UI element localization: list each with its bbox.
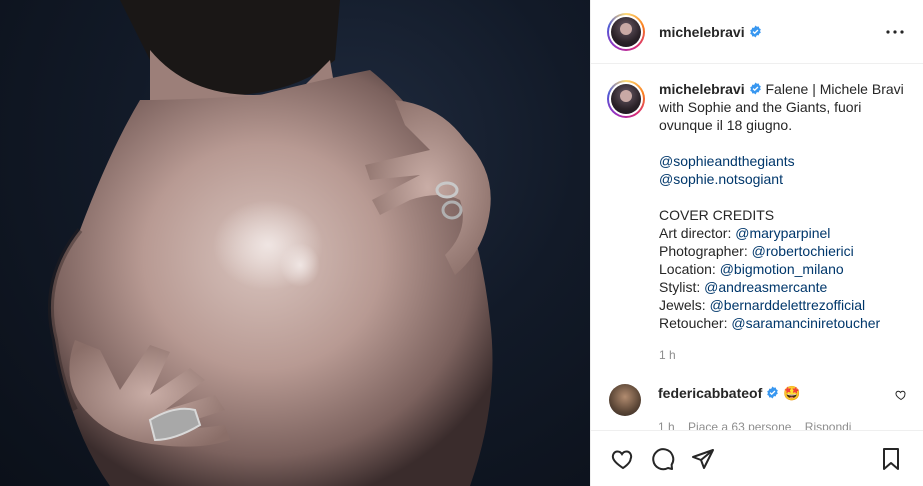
verified-badge-icon (749, 82, 762, 95)
caption-text-line: with Sophie and the Giants, fuori (659, 99, 862, 115)
post-actions-bar (591, 430, 923, 486)
comment-reply-button[interactable]: Rispondi (805, 420, 852, 430)
credit-label: Photographer: (659, 243, 752, 259)
comment-icon[interactable] (643, 439, 683, 479)
avatar-image (611, 16, 641, 47)
commenter-username[interactable]: federicabbateof (658, 385, 762, 401)
avatar-inner (609, 82, 643, 116)
author-username[interactable]: michelebravi (659, 24, 745, 40)
comment-item: federicabbateof 🤩 1 h Piace a 63 persone… (607, 384, 907, 430)
credit-line: Photographer: @robertochierici (659, 242, 904, 260)
post-photo[interactable] (0, 0, 590, 486)
credit-line: Location: @bigmotion_milano (659, 260, 904, 278)
post-header: michelebravi (591, 0, 923, 64)
caption-mention[interactable]: @sophieandthegiants (659, 152, 904, 170)
heart-icon[interactable] (603, 439, 643, 479)
caption-text-line: Falene | Michele Bravi (765, 81, 904, 97)
comment-likes[interactable]: Piace a 63 persone (688, 420, 791, 430)
commenter-avatar[interactable] (609, 384, 641, 416)
instagram-post: michelebravi michelebravi Falene | Miche… (0, 0, 923, 486)
share-icon[interactable] (683, 439, 723, 479)
verified-badge-icon (749, 25, 762, 38)
avatar-inner (609, 14, 643, 49)
credit-line: Jewels: @bernarddelettrezofficial (659, 296, 904, 314)
credit-label: Retoucher: (659, 315, 732, 331)
photo-illustration (47, 0, 493, 486)
credit-handle[interactable]: @bernarddelettrezofficial (710, 297, 866, 313)
comments-section: michelebravi Falene | Michele Bravi with… (591, 64, 923, 430)
caption-body: michelebravi Falene | Michele Bravi with… (659, 80, 904, 364)
credit-handle[interactable]: @bigmotion_milano (720, 261, 844, 277)
credit-handle[interactable]: @saramanciniretoucher (731, 315, 880, 331)
comment-text: federicabbateof 🤩 (658, 384, 887, 402)
credit-line: Stylist: @andreasmercante (659, 278, 904, 296)
post-caption: michelebravi Falene | Michele Bravi with… (607, 80, 907, 364)
credit-handle[interactable]: @andreasmercante (704, 279, 827, 295)
more-options-icon[interactable] (883, 20, 907, 44)
credits-title: COVER CREDITS (659, 207, 775, 223)
post-side-panel: michelebravi michelebravi Falene | Miche… (590, 0, 923, 486)
author-avatar[interactable] (607, 12, 645, 51)
credit-line: Retoucher: @saramanciniretoucher (659, 314, 904, 332)
comment-emoji: 🤩 (783, 385, 801, 401)
comment-like-icon[interactable] (895, 388, 907, 404)
avatar-image (611, 84, 641, 114)
caption-text-line: ovunque il 18 giugno. (659, 117, 793, 133)
credit-label: Art director: (659, 225, 736, 241)
credit-line: Art director: @maryparpinel (659, 224, 904, 242)
bookmark-icon[interactable] (871, 439, 911, 479)
comment-meta: 1 h Piace a 63 persone Rispondi (658, 420, 887, 430)
credit-label: Location: (659, 261, 720, 277)
credit-handle[interactable]: @maryparpinel (735, 225, 830, 241)
caption-mention[interactable]: @sophie.notsogiant (659, 170, 904, 188)
credit-handle[interactable]: @robertochierici (752, 243, 854, 259)
comment-time[interactable]: 1 h (658, 420, 675, 430)
comment-body: federicabbateof 🤩 1 h Piace a 63 persone… (658, 384, 887, 430)
verified-badge-icon (766, 386, 779, 399)
caption-avatar[interactable] (607, 80, 645, 118)
credit-label: Stylist: (659, 279, 705, 295)
credit-label: Jewels: (659, 297, 710, 313)
caption-timestamp[interactable]: 1 h (659, 346, 904, 364)
caption-username[interactable]: michelebravi (659, 81, 745, 97)
